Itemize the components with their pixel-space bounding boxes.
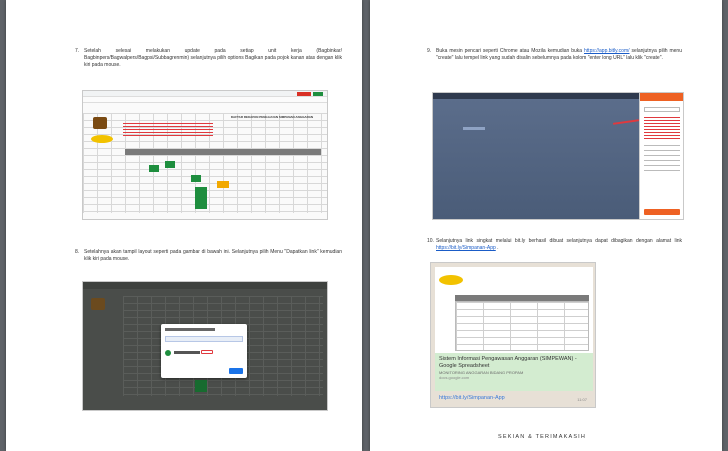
- step-text: Setelahnya akan tampil layout seperti pa…: [84, 249, 342, 263]
- screenshot-spreadsheet: DAFTAR REKAPAN PENGAJUAN SIMPANAN ANGGAR…: [82, 90, 328, 220]
- add-people-field[interactable]: [165, 336, 243, 342]
- step-number: 10.: [427, 238, 434, 244]
- link-preview-card[interactable]: Sistem Informasi Pengawasan Anggaran (SI…: [435, 353, 593, 391]
- green-cell: [191, 175, 201, 182]
- link-preview-image: [435, 267, 593, 353]
- card-domain: docs.google.com: [439, 375, 470, 380]
- preview-table-header: [455, 295, 589, 301]
- step-text-after: .: [497, 245, 499, 252]
- step-9: 9. Buka mesin pencari seperti Chrome ata…: [427, 48, 682, 62]
- highlight-marker: [201, 350, 213, 354]
- step-text: Setelah selesai melakukan update pada se…: [84, 48, 342, 69]
- panel-header: [640, 93, 683, 101]
- green-cell: [195, 187, 207, 209]
- share-dialog: [161, 324, 247, 378]
- step-number: 9.: [427, 48, 432, 54]
- yellow-cell: [217, 181, 229, 188]
- step-8: 8. Setelahnya akan tampil layout seperti…: [75, 249, 342, 263]
- create-link-panel: [639, 93, 683, 219]
- bitly-link[interactable]: https://app.bitly.com/: [584, 48, 629, 54]
- step-text-before: Selanjutnya link singkat melalui bit.ly …: [436, 238, 682, 244]
- red-instructions: [644, 117, 680, 139]
- step-number: 7.: [75, 48, 80, 54]
- short-link[interactable]: https://bit.ly/Simpanan-App: [436, 245, 496, 251]
- get-link-label[interactable]: [174, 351, 200, 354]
- step-10: 10. Selanjutnya link singkat melalui bit…: [427, 238, 682, 252]
- screenshot-whatsapp: Sistem Informasi Pengawasan Anggaran (SI…: [430, 262, 596, 408]
- dashboard-text: [463, 127, 485, 130]
- card-title: Sistem Informasi Pengawasan Anggaran (SI…: [439, 356, 577, 369]
- done-button[interactable]: [229, 368, 243, 374]
- sheet-header: DAFTAR REKAPAN PENGAJUAN SIMPANAN ANGGAR…: [230, 115, 314, 119]
- message-link[interactable]: https://bit.ly/Simpanan-App: [439, 395, 505, 401]
- message-time: 11:07: [577, 397, 587, 402]
- green-cell: [149, 165, 159, 172]
- screenshot-bitly: [432, 92, 684, 220]
- document-viewer: 7. Setelah selesai melakukan update pada…: [0, 0, 728, 451]
- sheet-toolbar: [83, 97, 327, 103]
- green-cell: [195, 380, 207, 392]
- green-cell: [165, 161, 175, 168]
- link-icon: [165, 350, 171, 356]
- step-number: 8.: [75, 249, 80, 255]
- bitly-dashboard: [433, 99, 639, 219]
- step-text-before: Buka mesin pencari seperti Chrome atau M…: [436, 48, 583, 54]
- red-notes: [123, 123, 213, 137]
- dialog-title: [165, 328, 215, 331]
- form-fields: [644, 145, 680, 175]
- highlight-marker: [297, 92, 311, 96]
- oval-badge: [91, 135, 113, 143]
- create-button[interactable]: [644, 209, 680, 215]
- page-left: 7. Setelah selesai melakukan update pada…: [6, 0, 362, 451]
- browser-bar: [83, 282, 327, 289]
- table-header-row: [125, 149, 321, 155]
- step-7: 7. Setelah selesai melakukan update pada…: [75, 48, 342, 70]
- page-right: 9. Buka mesin pencari seperti Chrome ata…: [370, 0, 722, 451]
- oval-badge: [439, 275, 463, 285]
- share-button[interactable]: [313, 92, 323, 96]
- preview-table: [455, 301, 589, 351]
- emblem-logo: [91, 298, 105, 310]
- emblem-logo: [93, 117, 107, 129]
- long-url-field[interactable]: [644, 107, 680, 112]
- closing-text: SEKIAN & TERIMAKASIH: [498, 434, 587, 440]
- screenshot-share-dialog: [82, 281, 328, 411]
